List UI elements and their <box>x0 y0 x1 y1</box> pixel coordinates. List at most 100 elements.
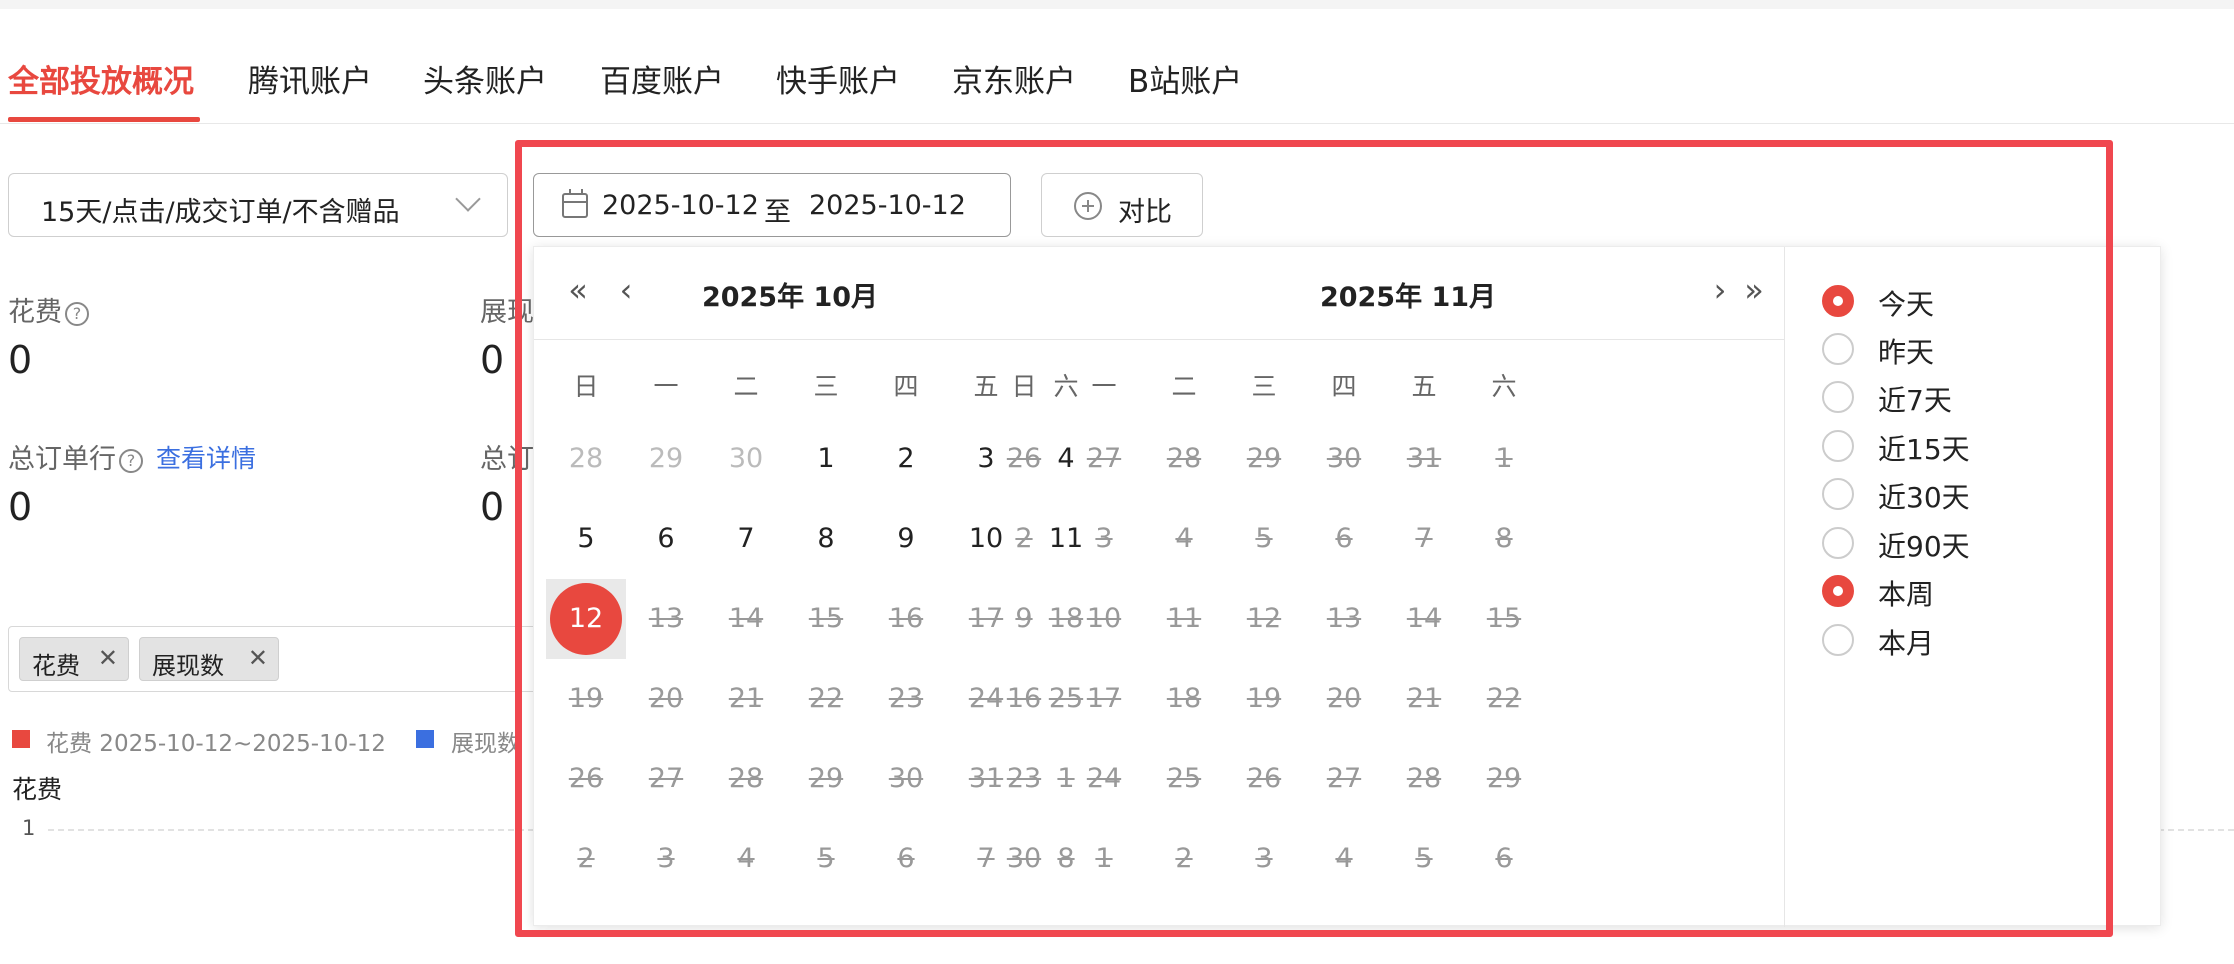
quick-range-option[interactable]: 近30天 <box>1822 472 2122 516</box>
plus-circle-icon <box>1074 192 1102 220</box>
day-cell: 10 <box>1086 603 1122 634</box>
radio-unchecked-icon[interactable] <box>1822 527 1854 559</box>
quick-range-option[interactable]: 本周 <box>1822 569 2122 613</box>
tab-kuaishou[interactable]: 快手账户 <box>776 56 900 101</box>
date-end[interactable]: 2025-10-12 <box>809 190 966 221</box>
weekday-label: 一 <box>1091 372 1117 401</box>
date-range-input[interactable]: 2025-10-12 至 2025-10-12 <box>533 173 1011 237</box>
day-cell: 15 <box>1486 603 1522 634</box>
radio-checked-icon[interactable] <box>1822 575 1854 607</box>
day-cell[interactable]: 8 <box>786 499 866 579</box>
tab-baidu[interactable]: 百度账户 <box>600 56 724 101</box>
compare-button[interactable]: 对比 <box>1041 173 1203 237</box>
weekday-label: 二 <box>1171 372 1197 401</box>
day-cell: 22 <box>808 683 844 714</box>
day-cell[interactable]: 6 <box>626 499 706 579</box>
radio-unchecked-icon[interactable] <box>1822 381 1854 413</box>
quick-range-option[interactable]: 今天 <box>1822 279 2122 323</box>
day-cell: 6 <box>1495 843 1513 874</box>
radio-unchecked-icon[interactable] <box>1822 624 1854 656</box>
radio-unchecked-icon[interactable] <box>1822 333 1854 365</box>
attribution-select[interactable]: 15天/点击/成交订单/不含赠品 <box>8 173 508 237</box>
quick-range-label: 昨天 <box>1878 336 1935 369</box>
quick-range-option[interactable]: 近7天 <box>1822 375 2122 419</box>
day-cell: 21 <box>728 683 764 714</box>
calendar-header: « ‹ 2025年 10月 <box>534 247 1054 339</box>
day-cell: 5 <box>1415 843 1433 874</box>
weekday-label: 四 <box>893 372 919 401</box>
day-cell[interactable]: 28 <box>546 419 626 499</box>
day-cell: 9 <box>1015 603 1033 634</box>
day-cell: 23 <box>888 683 924 714</box>
day-cell: 26 <box>568 763 604 794</box>
active-tab-indicator <box>8 117 200 122</box>
day-cell[interactable]: 30 <box>706 419 786 499</box>
day-cell: 29 <box>1486 763 1522 794</box>
date-separator: 至 <box>764 197 791 228</box>
day-cell[interactable]: 12 <box>546 579 626 659</box>
day-cell: 2 <box>1015 523 1033 554</box>
day-cell: 14 <box>728 603 764 634</box>
tag-impressions: 展现数 ✕ <box>139 637 279 681</box>
radio-checked-icon[interactable] <box>1822 285 1854 317</box>
quick-range-divider <box>1784 247 1785 927</box>
day-cell: 28 <box>1406 763 1442 794</box>
day-cell[interactable]: 29 <box>626 419 706 499</box>
day-cell: 16 <box>1006 683 1042 714</box>
help-icon[interactable]: ? <box>119 448 143 473</box>
help-icon[interactable]: ? <box>65 301 89 326</box>
legend-impressions[interactable]: 展现数 <box>451 724 520 758</box>
radio-unchecked-icon[interactable] <box>1822 430 1854 462</box>
day-cell[interactable]: 1 <box>786 419 866 499</box>
close-icon[interactable]: ✕ <box>248 644 268 672</box>
weekday-label: 四 <box>1331 372 1357 401</box>
top-strip <box>0 0 2234 9</box>
day-cell: 16 <box>888 603 924 634</box>
day-cell: 4 <box>1335 843 1353 874</box>
metric-tag-select[interactable]: 花费 ✕ 展现数 ✕ <box>8 626 548 692</box>
quick-range-option[interactable]: 近15天 <box>1822 424 2122 468</box>
day-cell: 2 <box>577 843 595 874</box>
day-cell: 4 <box>737 843 755 874</box>
metric-orders-value: 0 <box>8 485 33 529</box>
day-cell: 30 <box>888 763 924 794</box>
tab-jd[interactable]: 京东账户 <box>952 56 1076 101</box>
quick-range-option[interactable]: 近90天 <box>1822 521 2122 565</box>
tab-tencent[interactable]: 腾讯账户 <box>248 56 372 101</box>
day-cell: 24 <box>1086 763 1122 794</box>
next-year-icon[interactable]: » <box>1738 271 1770 309</box>
view-details-link[interactable]: 查看详情 <box>156 439 256 475</box>
weekday-label: 五 <box>1411 372 1437 401</box>
day-cell[interactable]: 2 <box>866 419 946 499</box>
calendar-october: « ‹ 2025年 10月 日一二三四五六 28 29 30 1 2 3 4 5 6 7 8 9 10 1… <box>534 247 1083 927</box>
weekday-label: 三 <box>1251 372 1277 401</box>
day-cell: 26 <box>1246 763 1282 794</box>
tab-all-overview[interactable]: 全部投放概况 <box>8 56 194 101</box>
date-start[interactable]: 2025-10-12 <box>602 190 759 221</box>
radio-unchecked-icon[interactable] <box>1822 478 1854 510</box>
day-cell: 22 <box>1486 683 1522 714</box>
tab-toutiao[interactable]: 头条账户 <box>423 56 547 101</box>
quick-range-option[interactable]: 昨天 <box>1822 327 2122 371</box>
day-cell: 5 <box>817 843 835 874</box>
day-cell: 6 <box>897 843 915 874</box>
quick-range-label: 今天 <box>1878 288 1935 321</box>
quick-range-option[interactable]: 本月 <box>1822 618 2122 662</box>
day-cell: 1 <box>1495 443 1513 474</box>
tab-bilibili[interactable]: B站账户 <box>1128 56 1242 101</box>
day-cell: 13 <box>648 603 684 634</box>
weekday-label: 日 <box>573 372 599 401</box>
day-cell[interactable]: 5 <box>546 499 626 579</box>
day-cell: 20 <box>648 683 684 714</box>
weekday-label: 六 <box>1491 372 1517 401</box>
metric-orders-label: 总订单行? <box>8 437 143 476</box>
weekday-label: 二 <box>733 372 759 401</box>
day-cell[interactable]: 7 <box>706 499 786 579</box>
day-cell: 17 <box>1086 683 1122 714</box>
close-icon[interactable]: ✕ <box>98 644 118 672</box>
day-cell[interactable]: 9 <box>866 499 946 579</box>
tag-cost: 花费 ✕ <box>19 637 129 681</box>
next-month-icon[interactable]: › <box>1704 271 1736 309</box>
chart-y-tick: 1 <box>22 816 36 840</box>
legend-cost[interactable]: 花费 2025-10-12~2025-10-12 <box>46 724 386 758</box>
